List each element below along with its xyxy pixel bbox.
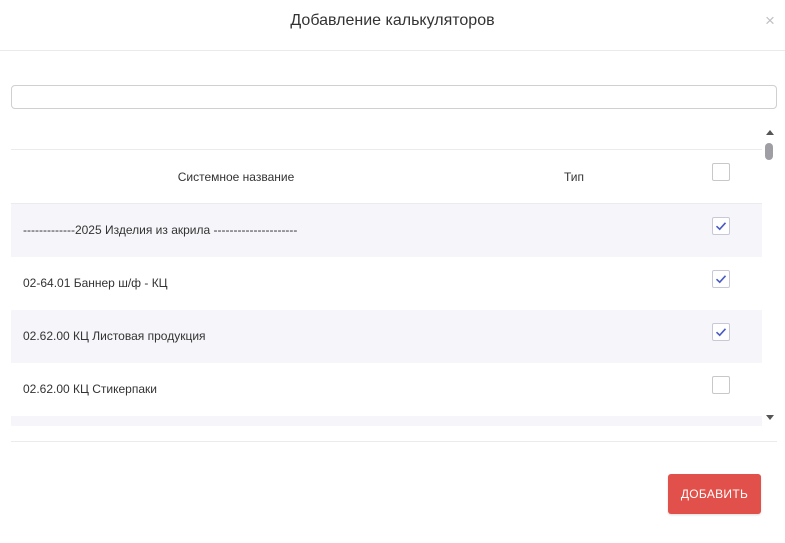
search-input[interactable]	[11, 85, 777, 109]
table-body: -------------2025 Изделия из акрила ----…	[11, 204, 762, 426]
row-name: 02-64.01 Баннер ш/ф - КЦ	[23, 276, 168, 290]
scrollbar-thumb[interactable]	[765, 143, 773, 160]
add-button[interactable]: ДОБАВИТЬ	[668, 474, 761, 514]
checkmark-icon	[715, 275, 727, 284]
row-name: 02.62.00 КЦ Стикерпаки	[23, 382, 157, 396]
table-row[interactable]	[11, 416, 762, 426]
arrow-up-icon[interactable]	[766, 130, 774, 135]
close-icon[interactable]: ×	[763, 12, 777, 30]
row-checkbox[interactable]	[712, 323, 730, 341]
dialog-header: Добавление калькуляторов ×	[0, 0, 785, 51]
calculators-table: Системное название Тип -------------2025…	[11, 149, 762, 426]
table-row[interactable]: -------------2025 Изделия из акрила ----…	[11, 204, 762, 257]
row-name: 02.62.00 КЦ Листовая продукция	[23, 329, 206, 343]
column-header-name: Системное название	[177, 170, 295, 184]
table-row[interactable]: 02.62.00 КЦ Листовая продукция	[11, 310, 762, 363]
checkmark-icon	[715, 222, 727, 231]
row-name: -------------2025 Изделия из акрила ----…	[23, 223, 298, 237]
table-row[interactable]: 02.62.00 КЦ Стикерпаки	[11, 363, 762, 416]
select-all-checkbox[interactable]	[712, 163, 730, 181]
dialog-title: Добавление калькуляторов	[290, 12, 495, 29]
table-scrollbar[interactable]	[762, 127, 776, 423]
checkmark-icon	[715, 328, 727, 337]
footer-divider	[11, 441, 777, 442]
arrow-down-icon[interactable]	[766, 415, 774, 420]
column-header-type: Тип	[563, 170, 584, 184]
row-checkbox[interactable]	[712, 376, 730, 394]
table-header: Системное название Тип	[11, 150, 762, 204]
row-checkbox[interactable]	[712, 270, 730, 288]
table-row[interactable]: 02-64.01 Баннер ш/ф - КЦ	[11, 257, 762, 310]
row-checkbox[interactable]	[712, 217, 730, 235]
